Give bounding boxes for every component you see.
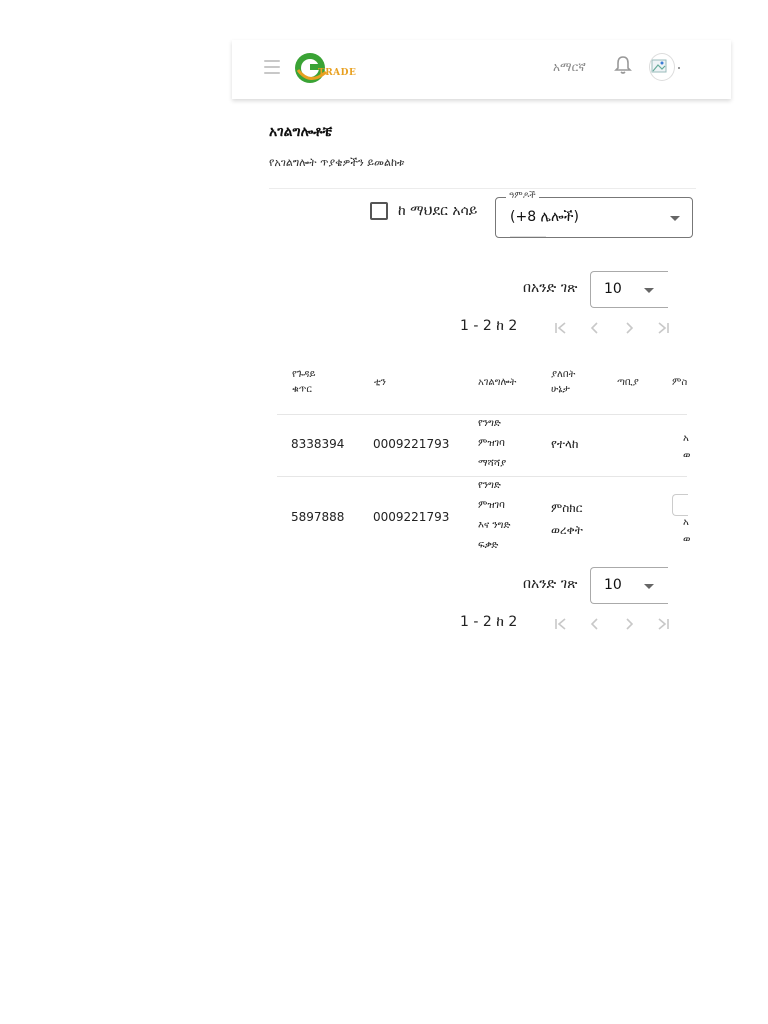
cell-line: ምዝገባ — [478, 438, 505, 449]
per-page-value: 10 — [604, 577, 622, 593]
page-title: አገልግሎቶቼ — [269, 124, 333, 140]
cell-line: የንግድ — [478, 418, 501, 429]
cell-line: አ — [683, 517, 689, 528]
cell-action[interactable]: አ ወ — [683, 430, 690, 464]
per-page-label: በአንድ ገጽ — [523, 576, 578, 592]
cell-line: ምስክር — [551, 501, 583, 515]
cell-service: የንግድ ምዝገባ ማሻሻያ — [478, 414, 506, 474]
select-underline — [510, 236, 546, 237]
cell-line: ምዝገባ — [478, 500, 505, 511]
cell-line: ወረቀት — [551, 523, 583, 537]
cell-case-number: 5897888 — [291, 510, 345, 524]
divider — [269, 188, 696, 189]
range-label: 1 - 2 ከ 2 — [460, 614, 518, 630]
header-action[interactable]: ምስ — [672, 375, 687, 390]
first-page-icon[interactable] — [544, 614, 578, 634]
cell-line: የንግድ — [478, 480, 501, 491]
per-page-select[interactable]: 10 — [590, 567, 668, 604]
language-switcher[interactable]: አማርኛ — [553, 60, 586, 75]
columns-select[interactable]: ዓምዶች (+8 ሌሎች) — [495, 191, 693, 238]
cell-status: ምስክር ወረቀት — [551, 497, 583, 541]
show-archive-checkbox[interactable]: ከ ማህደር አሳይ — [370, 200, 477, 222]
header-service[interactable]: አገልግሎት — [478, 375, 516, 390]
range-label: 1 - 2 ከ 2 — [460, 318, 518, 334]
select-value: (+8 ሌሎች) — [510, 209, 579, 225]
logo-text: TRADE — [318, 68, 357, 78]
cell-line: ወ — [683, 534, 691, 545]
cell-service: የንግድ ምዝገባ እና ንግድ ፍቃድ — [478, 476, 510, 556]
bell-icon[interactable] — [614, 55, 632, 75]
chevron-down-icon — [644, 584, 654, 589]
cell-line: ወ — [683, 450, 691, 461]
per-page-value: 10 — [604, 281, 622, 297]
cell-action[interactable]: አ ወ — [683, 514, 690, 548]
header-line: ያለበት — [551, 369, 576, 380]
cell-case-number: 8338394 — [291, 437, 345, 451]
app-bar: TRADE አማርኛ — [232, 40, 731, 99]
logo[interactable]: TRADE — [294, 48, 356, 88]
checkbox-box[interactable] — [370, 202, 388, 220]
next-page-icon[interactable] — [612, 614, 646, 634]
header-status[interactable]: ያለበት ሁኔታ — [551, 367, 575, 397]
last-page-icon[interactable] — [646, 318, 680, 338]
prev-page-icon[interactable] — [578, 614, 612, 634]
menu-icon[interactable] — [264, 60, 280, 74]
broken-image-icon — [651, 59, 667, 73]
header-station[interactable]: ጣቢያ — [617, 375, 639, 390]
cell-line: ማሻሻያ — [478, 458, 507, 469]
row-action-button[interactable] — [672, 494, 688, 516]
chevron-down-icon — [644, 288, 654, 293]
cell-tin: 0009221793 — [373, 437, 450, 451]
header-line: ሁኔታ — [551, 384, 570, 395]
page-subtitle: የአገልግሎት ጥያቄዎችን ይመልከቱ — [269, 156, 405, 169]
header-tin[interactable]: ቲን — [374, 375, 386, 390]
checkbox-label: ከ ማህደር አሳይ — [398, 203, 478, 219]
more-indicator — [678, 67, 680, 69]
cell-line: ፍቃድ — [478, 540, 499, 551]
next-page-icon[interactable] — [612, 318, 646, 338]
last-page-icon[interactable] — [646, 614, 680, 634]
header-line: የጉዳይ — [292, 369, 316, 380]
cell-line: አ — [683, 433, 689, 444]
cell-status: የተላከ — [551, 437, 579, 451]
prev-page-icon[interactable] — [578, 318, 612, 338]
header-case-number[interactable]: የጉዳይ ቁጥር — [292, 367, 316, 397]
pager-controls — [544, 318, 680, 338]
avatar[interactable] — [649, 53, 675, 81]
pager-controls — [544, 614, 680, 634]
cell-tin: 0009221793 — [373, 510, 450, 524]
chevron-down-icon — [670, 216, 680, 221]
select-legend: ዓምዶች — [506, 191, 539, 201]
cell-line: እና ንግድ — [478, 520, 511, 531]
first-page-icon[interactable] — [544, 318, 578, 338]
per-page-label: በአንድ ገጽ — [523, 280, 578, 296]
per-page-select[interactable]: 10 — [590, 271, 668, 308]
header-line: ቁጥር — [292, 384, 312, 395]
